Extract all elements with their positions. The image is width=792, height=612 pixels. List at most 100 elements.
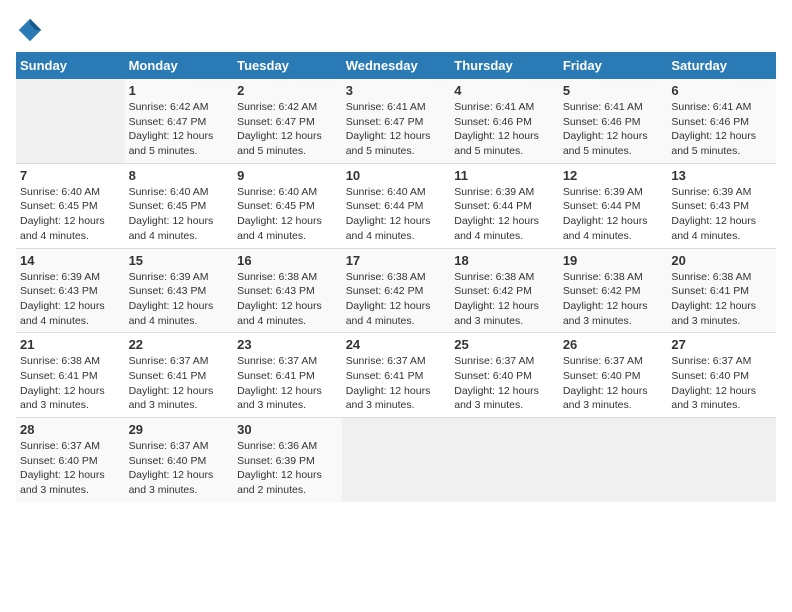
day-cell: 7 Sunrise: 6:40 AM Sunset: 6:45 PM Daylig… xyxy=(16,163,125,248)
day-info: Sunrise: 6:41 AM Sunset: 6:46 PM Dayligh… xyxy=(671,100,772,159)
day-cell: 29 Sunrise: 6:37 AM Sunset: 6:40 PM Dayli… xyxy=(125,418,234,502)
day-cell: 18 Sunrise: 6:38 AM Sunset: 6:42 PM Dayli… xyxy=(450,248,559,333)
header-row: SundayMondayTuesdayWednesdayThursdayFrid… xyxy=(16,52,776,79)
day-cell: 10 Sunrise: 6:40 AM Sunset: 6:44 PM Dayli… xyxy=(342,163,451,248)
day-number: 11 xyxy=(454,168,555,183)
day-cell: 22 Sunrise: 6:37 AM Sunset: 6:41 PM Dayli… xyxy=(125,333,234,418)
day-info: Sunrise: 6:37 AM Sunset: 6:40 PM Dayligh… xyxy=(20,439,121,498)
day-number: 12 xyxy=(563,168,664,183)
day-number: 17 xyxy=(346,253,447,268)
day-info: Sunrise: 6:36 AM Sunset: 6:39 PM Dayligh… xyxy=(237,439,338,498)
day-number: 1 xyxy=(129,83,230,98)
day-number: 14 xyxy=(20,253,121,268)
day-number: 27 xyxy=(671,337,772,352)
day-cell: 20Sunrise: 6:38 AM Sunset: 6:41 PM Dayli… xyxy=(667,248,776,333)
day-cell: 4 Sunrise: 6:41 AM Sunset: 6:46 PM Daylig… xyxy=(450,79,559,163)
day-cell: 6 Sunrise: 6:41 AM Sunset: 6:46 PM Daylig… xyxy=(667,79,776,163)
day-cell: 12Sunrise: 6:39 AM Sunset: 6:44 PM Dayli… xyxy=(559,163,668,248)
day-number: 19 xyxy=(563,253,664,268)
day-info: Sunrise: 6:37 AM Sunset: 6:41 PM Dayligh… xyxy=(129,354,230,413)
day-info: Sunrise: 6:37 AM Sunset: 6:40 PM Dayligh… xyxy=(129,439,230,498)
day-number: 6 xyxy=(671,83,772,98)
day-info: Sunrise: 6:40 AM Sunset: 6:44 PM Dayligh… xyxy=(346,185,447,244)
day-info: Sunrise: 6:38 AM Sunset: 6:42 PM Dayligh… xyxy=(454,270,555,329)
day-cell: 15 Sunrise: 6:39 AM Sunset: 6:43 PM Dayli… xyxy=(125,248,234,333)
day-number: 4 xyxy=(454,83,555,98)
day-cell: 13Sunrise: 6:39 AM Sunset: 6:43 PM Dayli… xyxy=(667,163,776,248)
day-number: 3 xyxy=(346,83,447,98)
day-number: 16 xyxy=(237,253,338,268)
day-info: Sunrise: 6:40 AM Sunset: 6:45 PM Dayligh… xyxy=(237,185,338,244)
day-info: Sunrise: 6:38 AM Sunset: 6:42 PM Dayligh… xyxy=(346,270,447,329)
day-cell: 3 Sunrise: 6:41 AM Sunset: 6:47 PM Daylig… xyxy=(342,79,451,163)
day-number: 21 xyxy=(20,337,121,352)
calendar-table: SundayMondayTuesdayWednesdayThursdayFrid… xyxy=(16,52,776,502)
day-number: 22 xyxy=(129,337,230,352)
column-header-thursday: Thursday xyxy=(450,52,559,79)
week-row-4: 21 Sunrise: 6:38 AM Sunset: 6:41 PM Dayli… xyxy=(16,333,776,418)
day-number: 28 xyxy=(20,422,121,437)
logo xyxy=(16,16,48,44)
day-number: 5 xyxy=(563,83,664,98)
column-header-friday: Friday xyxy=(559,52,668,79)
day-number: 25 xyxy=(454,337,555,352)
day-info: Sunrise: 6:39 AM Sunset: 6:43 PM Dayligh… xyxy=(129,270,230,329)
day-cell: 30Sunrise: 6:36 AM Sunset: 6:39 PM Dayli… xyxy=(233,418,342,502)
day-number: 8 xyxy=(129,168,230,183)
day-info: Sunrise: 6:41 AM Sunset: 6:47 PM Dayligh… xyxy=(346,100,447,159)
day-number: 18 xyxy=(454,253,555,268)
column-header-wednesday: Wednesday xyxy=(342,52,451,79)
day-cell: 14 Sunrise: 6:39 AM Sunset: 6:43 PM Dayli… xyxy=(16,248,125,333)
day-info: Sunrise: 6:37 AM Sunset: 6:40 PM Dayligh… xyxy=(563,354,664,413)
day-cell xyxy=(667,418,776,502)
day-info: Sunrise: 6:42 AM Sunset: 6:47 PM Dayligh… xyxy=(129,100,230,159)
day-cell xyxy=(16,79,125,163)
week-row-2: 7 Sunrise: 6:40 AM Sunset: 6:45 PM Daylig… xyxy=(16,163,776,248)
day-cell: 27Sunrise: 6:37 AM Sunset: 6:40 PM Dayli… xyxy=(667,333,776,418)
day-cell xyxy=(559,418,668,502)
day-info: Sunrise: 6:40 AM Sunset: 6:45 PM Dayligh… xyxy=(129,185,230,244)
day-cell: 25 Sunrise: 6:37 AM Sunset: 6:40 PM Dayli… xyxy=(450,333,559,418)
day-cell: 23 Sunrise: 6:37 AM Sunset: 6:41 PM Dayli… xyxy=(233,333,342,418)
day-cell: 17 Sunrise: 6:38 AM Sunset: 6:42 PM Dayli… xyxy=(342,248,451,333)
day-number: 9 xyxy=(237,168,338,183)
day-number: 24 xyxy=(346,337,447,352)
day-number: 2 xyxy=(237,83,338,98)
day-number: 15 xyxy=(129,253,230,268)
day-info: Sunrise: 6:37 AM Sunset: 6:41 PM Dayligh… xyxy=(237,354,338,413)
column-header-sunday: Sunday xyxy=(16,52,125,79)
day-cell: 28 Sunrise: 6:37 AM Sunset: 6:40 PM Dayli… xyxy=(16,418,125,502)
day-cell: 9 Sunrise: 6:40 AM Sunset: 6:45 PM Daylig… xyxy=(233,163,342,248)
page-header xyxy=(16,16,776,44)
day-info: Sunrise: 6:37 AM Sunset: 6:41 PM Dayligh… xyxy=(346,354,447,413)
column-header-tuesday: Tuesday xyxy=(233,52,342,79)
day-number: 10 xyxy=(346,168,447,183)
day-info: Sunrise: 6:38 AM Sunset: 6:41 PM Dayligh… xyxy=(20,354,121,413)
day-info: Sunrise: 6:37 AM Sunset: 6:40 PM Dayligh… xyxy=(454,354,555,413)
day-info: Sunrise: 6:39 AM Sunset: 6:44 PM Dayligh… xyxy=(454,185,555,244)
logo-icon xyxy=(16,16,44,44)
day-cell xyxy=(342,418,451,502)
day-info: Sunrise: 6:38 AM Sunset: 6:43 PM Dayligh… xyxy=(237,270,338,329)
day-cell: 26 Sunrise: 6:37 AM Sunset: 6:40 PM Dayli… xyxy=(559,333,668,418)
day-cell: 11 Sunrise: 6:39 AM Sunset: 6:44 PM Dayli… xyxy=(450,163,559,248)
day-info: Sunrise: 6:40 AM Sunset: 6:45 PM Dayligh… xyxy=(20,185,121,244)
day-cell: 8 Sunrise: 6:40 AM Sunset: 6:45 PM Daylig… xyxy=(125,163,234,248)
day-cell: 19 Sunrise: 6:38 AM Sunset: 6:42 PM Dayli… xyxy=(559,248,668,333)
day-cell: 2Sunrise: 6:42 AM Sunset: 6:47 PM Daylig… xyxy=(233,79,342,163)
week-row-5: 28 Sunrise: 6:37 AM Sunset: 6:40 PM Dayli… xyxy=(16,418,776,502)
day-info: Sunrise: 6:38 AM Sunset: 6:42 PM Dayligh… xyxy=(563,270,664,329)
day-number: 7 xyxy=(20,168,121,183)
day-info: Sunrise: 6:38 AM Sunset: 6:41 PM Dayligh… xyxy=(671,270,772,329)
day-cell: 21 Sunrise: 6:38 AM Sunset: 6:41 PM Dayli… xyxy=(16,333,125,418)
day-number: 29 xyxy=(129,422,230,437)
day-info: Sunrise: 6:41 AM Sunset: 6:46 PM Dayligh… xyxy=(563,100,664,159)
day-number: 26 xyxy=(563,337,664,352)
day-cell: 24 Sunrise: 6:37 AM Sunset: 6:41 PM Dayli… xyxy=(342,333,451,418)
day-info: Sunrise: 6:41 AM Sunset: 6:46 PM Dayligh… xyxy=(454,100,555,159)
day-cell: 1 Sunrise: 6:42 AM Sunset: 6:47 PM Daylig… xyxy=(125,79,234,163)
day-info: Sunrise: 6:39 AM Sunset: 6:43 PM Dayligh… xyxy=(671,185,772,244)
week-row-3: 14 Sunrise: 6:39 AM Sunset: 6:43 PM Dayli… xyxy=(16,248,776,333)
day-number: 23 xyxy=(237,337,338,352)
day-info: Sunrise: 6:39 AM Sunset: 6:43 PM Dayligh… xyxy=(20,270,121,329)
